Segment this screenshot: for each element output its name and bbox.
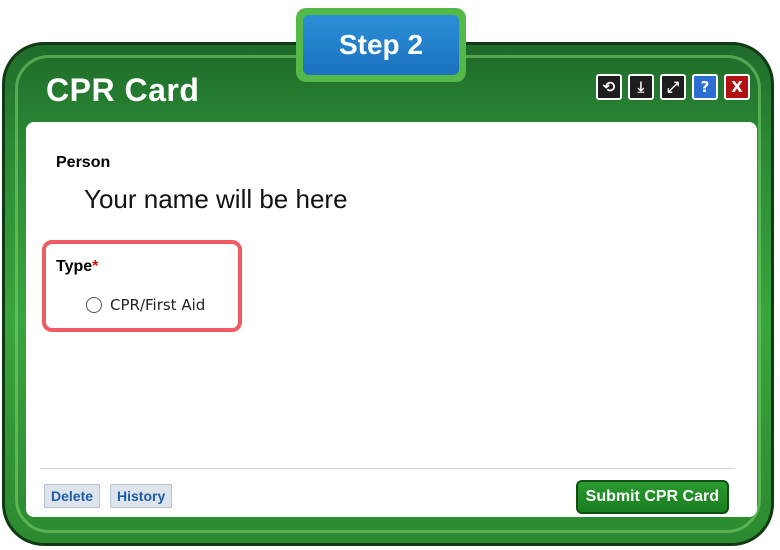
history-button[interactable]: History (110, 484, 173, 508)
help-icon[interactable]: ? (692, 74, 718, 100)
window-toolbar: ⟲ ⤓ ⤢ ? X (596, 74, 750, 100)
person-label: Person (56, 154, 111, 171)
type-option-cpr[interactable]: CPR/First Aid (86, 296, 205, 314)
radio-button[interactable] (86, 297, 102, 313)
type-label: Type* (56, 258, 98, 276)
person-name-value: Your name will be here (84, 184, 348, 214)
refresh-icon[interactable]: ⟲ (596, 74, 622, 100)
window-title: CPR Card (46, 72, 200, 108)
content-panel: Person Your name will be here Type* CPR/… (26, 122, 757, 517)
type-label-text: Type (56, 258, 93, 275)
close-icon[interactable]: X (724, 74, 750, 100)
type-highlight-box: Type* CPR/First Aid (42, 240, 242, 332)
required-marker: * (92, 258, 99, 275)
expand-icon[interactable]: ⤢ (660, 74, 686, 100)
step-badge-label: Step 2 (303, 15, 459, 75)
download-icon[interactable]: ⤓ (628, 74, 654, 100)
submit-cpr-card-button[interactable]: Submit CPR Card (575, 480, 729, 514)
footer-divider (40, 468, 735, 469)
type-option-label[interactable]: CPR/First Aid (110, 296, 205, 314)
delete-button[interactable]: Delete (44, 484, 101, 508)
step-badge: Step 2 (296, 8, 466, 82)
